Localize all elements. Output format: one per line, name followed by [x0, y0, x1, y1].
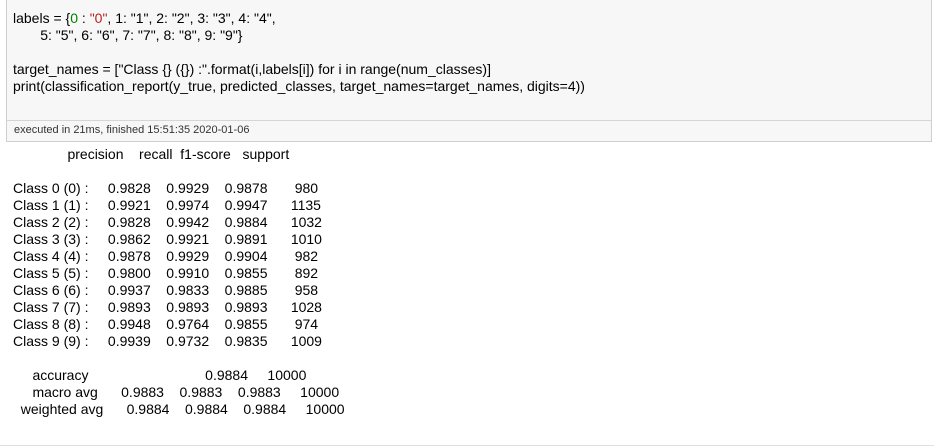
divider	[0, 445, 934, 446]
report-row: Class 5 (5) : 0.9800 0.9910 0.9855 892	[13, 265, 319, 281]
report-weighted-avg: weighted avg 0.9884 0.9884 0.9884 10000	[13, 401, 345, 417]
report-row: Class 1 (1) : 0.9921 0.9974 0.9947 1135	[13, 197, 321, 213]
report-accuracy: accuracy 0.9884 10000	[13, 367, 307, 383]
code-cell[interactable]: labels = {0 : "0", 1: "1", 2: "2", 3: "3…	[6, 0, 932, 142]
cell-output: precision recall f1-score support Class …	[13, 146, 345, 418]
report-row: Class 2 (2) : 0.9828 0.9942 0.9884 1032	[13, 214, 322, 230]
report-macro-avg: macro avg 0.9883 0.9883 0.9883 10000	[13, 384, 340, 400]
report-row: Class 8 (8) : 0.9948 0.9764 0.9855 974	[13, 316, 319, 332]
report-header: precision recall f1-score support	[13, 146, 290, 162]
report-row: Class 0 (0) : 0.9828 0.9929 0.9878 980	[13, 180, 319, 196]
report-row: Class 6 (6) : 0.9937 0.9833 0.9885 958	[13, 282, 319, 298]
code-line-5: print(classification_report(y_true, pred…	[13, 78, 585, 94]
report-row: Class 3 (3) : 0.9862 0.9921 0.9891 1010	[13, 231, 322, 247]
report-row: Class 4 (4) : 0.9878 0.9929 0.9904 982	[13, 248, 319, 264]
code-editor[interactable]: labels = {0 : "0", 1: "1", 2: "2", 3: "3…	[13, 10, 585, 95]
code-line-2: 5: "5", 6: "6", 7: "7", 8: "8", 9: "9"}	[13, 27, 243, 43]
execution-status: executed in 21ms, finished 15:51:35 2020…	[7, 120, 931, 141]
code-line-1: labels = {0 : "0", 1: "1", 2: "2", 3: "3…	[13, 10, 276, 26]
code-line-4: target_names = ["Class {} ({}) :".format…	[13, 61, 491, 77]
report-row: Class 9 (9) : 0.9939 0.9732 0.9835 1009	[13, 333, 322, 349]
report-row: Class 7 (7) : 0.9893 0.9893 0.9893 1028	[13, 299, 322, 315]
